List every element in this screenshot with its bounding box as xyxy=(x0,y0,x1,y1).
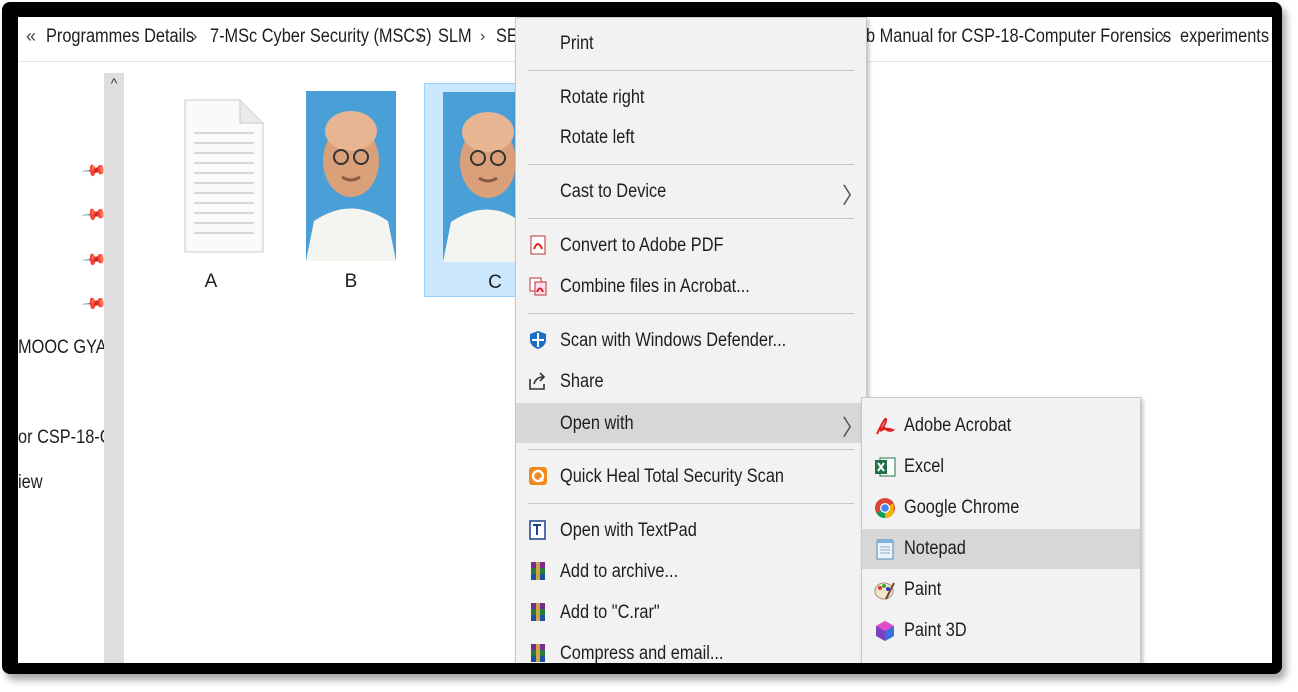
menu-item-open-textpad[interactable]: Open with TextPad xyxy=(516,511,866,549)
context-menu: Print Rotate right Rotate left Cast to D… xyxy=(515,17,867,663)
breadcrumb-item-msc[interactable]: 7-MSc Cyber Security (MSCS) xyxy=(210,26,432,48)
winrar-icon xyxy=(531,603,545,621)
acrobat-combine-icon xyxy=(529,277,547,296)
menu-item-add-archive[interactable]: Add to archive... xyxy=(516,552,866,590)
text-document-icon xyxy=(184,99,264,253)
file-item-a[interactable]: A xyxy=(164,83,264,295)
winrar-icon xyxy=(531,562,545,580)
breadcrumb-item-experiments[interactable]: experiments xyxy=(1180,26,1269,48)
menu-separator xyxy=(528,164,854,165)
chevron-right-icon[interactable]: › xyxy=(1160,28,1165,46)
windows-defender-icon xyxy=(530,331,546,349)
menu-item-rotate-left[interactable]: Rotate left xyxy=(516,118,866,156)
menu-item-rotate-right[interactable]: Rotate right xyxy=(516,78,866,116)
file-explorer-window: « Programmes Details › 7-MSc Cyber Secur… xyxy=(18,17,1272,663)
screenshot-frame: « Programmes Details › 7-MSc Cyber Secur… xyxy=(2,2,1282,674)
chevron-right-icon: 〉 xyxy=(842,183,865,208)
open-with-submenu: Adobe Acrobat Excel Google Chrome Notepa… xyxy=(861,397,1141,663)
quick-heal-icon xyxy=(529,467,547,485)
menu-separator xyxy=(528,70,854,71)
breadcrumb-item-slm[interactable]: SLM xyxy=(438,26,472,48)
menu-separator xyxy=(528,449,854,450)
menu-item-share[interactable]: Share xyxy=(516,362,866,400)
menu-separator xyxy=(528,503,854,504)
notepad-icon xyxy=(876,539,894,560)
breadcrumb-item-programmes[interactable]: Programmes Details xyxy=(46,26,194,48)
adobe-acrobat-icon xyxy=(876,417,896,435)
open-with-adobe-acrobat[interactable]: Adobe Acrobat xyxy=(862,406,1140,446)
open-with-google-chrome[interactable]: Google Chrome xyxy=(862,488,1140,528)
winrar-icon xyxy=(531,644,545,662)
open-with-notepad[interactable]: Notepad xyxy=(862,529,1140,569)
menu-item-cast-to-device[interactable]: Cast to Device 〉 xyxy=(516,172,866,210)
open-with-more-item[interactable] xyxy=(862,652,1140,663)
breadcrumb-overflow[interactable]: « xyxy=(26,26,36,47)
file-item-b[interactable]: B xyxy=(304,83,398,295)
menu-item-quick-heal[interactable]: Quick Heal Total Security Scan xyxy=(516,457,866,495)
nav-scrollbar[interactable]: ^ xyxy=(104,73,124,663)
menu-item-combine-acrobat[interactable]: Combine files in Acrobat... xyxy=(516,267,866,305)
open-with-paint-3d[interactable]: Paint 3D xyxy=(862,611,1140,651)
menu-item-print[interactable]: Print xyxy=(516,24,866,62)
file-name: B xyxy=(344,271,358,292)
open-with-paint[interactable]: Paint xyxy=(862,570,1140,610)
chevron-up-icon[interactable]: ^ xyxy=(104,75,124,91)
chevron-right-icon[interactable]: › xyxy=(417,28,422,46)
paint-3d-icon xyxy=(876,621,894,641)
textpad-icon xyxy=(529,520,546,540)
file-name: A xyxy=(204,271,218,292)
open-with-excel[interactable]: Excel xyxy=(862,447,1140,487)
file-item-c[interactable]: C xyxy=(424,83,522,297)
excel-icon xyxy=(875,457,896,477)
menu-separator xyxy=(528,313,854,314)
menu-item-add-c-rar[interactable]: Add to "C.rar" xyxy=(516,593,866,631)
menu-item-convert-to-pdf[interactable]: Convert to Adobe PDF xyxy=(516,226,866,264)
menu-item-open-with[interactable]: Open with 〉 xyxy=(516,403,866,443)
paint-icon xyxy=(874,582,895,600)
breadcrumb-item-lab-manual[interactable]: b Manual for CSP-18-Computer Forensics xyxy=(866,26,1171,48)
chevron-right-icon[interactable]: › xyxy=(480,28,485,46)
portrait-thumbnail xyxy=(306,91,396,261)
menu-item-scan-defender[interactable]: Scan with Windows Defender... xyxy=(516,321,866,359)
portrait-thumbnail xyxy=(443,92,521,262)
chrome-icon xyxy=(875,498,895,519)
app-icon xyxy=(874,661,896,663)
chevron-right-icon[interactable]: › xyxy=(192,28,197,46)
menu-item-compress-email[interactable]: Compress and email... xyxy=(516,634,866,663)
nav-item-view[interactable]: iew xyxy=(18,472,43,494)
share-icon xyxy=(529,372,546,390)
adobe-pdf-icon xyxy=(530,235,546,255)
menu-separator xyxy=(528,218,854,219)
